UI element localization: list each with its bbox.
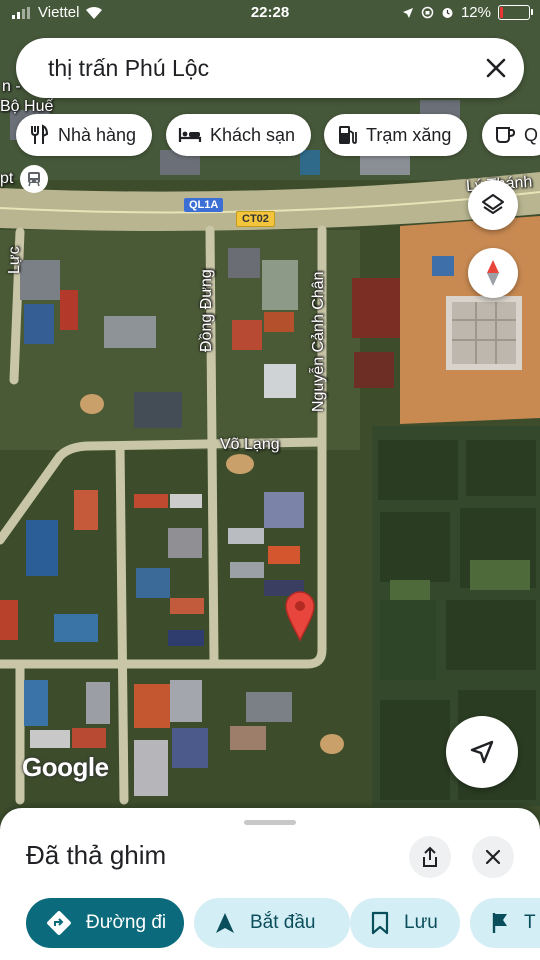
navigation-arrow-icon	[216, 913, 234, 933]
save-button[interactable]: Lưu	[350, 898, 460, 948]
action-label: Đường đi	[86, 912, 167, 933]
status-bar: Viettel 22:28 12%	[0, 0, 540, 28]
category-chips: Nhà hàng Khách sạn Trạm xăng Q	[0, 114, 540, 158]
road-label-vo-lang: Võ Lạng	[220, 436, 280, 453]
chip-hotels[interactable]: Khách sạn	[166, 114, 312, 156]
flag-icon	[492, 913, 507, 933]
gas-station-icon	[339, 126, 357, 144]
share-icon	[423, 846, 437, 867]
chip-coffee[interactable]: Q	[482, 114, 540, 156]
layers-icon	[482, 194, 504, 214]
road-label-dong-dung: Đồng Đưng	[198, 269, 215, 352]
bottom-sheet: Đã thả ghim Đường đi Bắt đầu Lưu T	[0, 808, 540, 960]
hotel-icon	[178, 128, 202, 142]
close-icon	[485, 849, 501, 865]
rotation-lock-icon	[421, 6, 434, 19]
compass-button[interactable]	[468, 248, 518, 298]
map-label: pt	[0, 170, 14, 187]
search-query[interactable]: thị trấn Phú Lộc	[16, 55, 468, 82]
directions-button[interactable]: Đường đi	[26, 898, 184, 948]
google-logo: Google	[22, 752, 109, 782]
battery-percent: 12%	[460, 4, 491, 21]
my-location-button[interactable]	[446, 716, 518, 788]
directions-icon	[47, 911, 71, 935]
bookmark-icon	[371, 911, 389, 935]
action-label: Bắt đầu	[250, 912, 316, 933]
action-label: Lưu	[404, 912, 438, 933]
location-arrow-icon	[402, 7, 413, 18]
highway-shield: QL1A	[184, 198, 224, 212]
search-bar[interactable]: thị trấn Phú Lộc	[16, 38, 524, 98]
share-button[interactable]	[409, 836, 451, 878]
close-icon[interactable]	[468, 40, 524, 96]
chip-label: Nhà hàng	[58, 124, 137, 145]
map-label: Lực	[6, 246, 23, 274]
coffee-icon	[496, 127, 516, 143]
chip-restaurants[interactable]: Nhà hàng	[16, 114, 153, 156]
chip-label: Khách sạn	[210, 124, 296, 145]
battery-icon	[498, 5, 533, 20]
label-button[interactable]: T	[470, 898, 540, 948]
action-label: T	[524, 912, 536, 933]
transit-station-icon[interactable]	[20, 165, 48, 193]
restaurant-icon	[31, 124, 49, 144]
start-button[interactable]: Bắt đầu	[194, 898, 350, 948]
action-buttons: Đường đi Bắt đầu Lưu T	[0, 898, 540, 948]
sheet-title: Đã thả ghim	[26, 840, 167, 870]
chip-gas-stations[interactable]: Trạm xăng	[324, 114, 468, 156]
alarm-icon	[442, 8, 453, 18]
drag-handle[interactable]	[244, 820, 296, 825]
close-sheet-button[interactable]	[472, 836, 514, 878]
compass-icon	[487, 260, 499, 286]
layers-button[interactable]	[468, 180, 518, 230]
road-label-nguyen-canh-chan: Nguyễn Cảnh Chân	[310, 271, 327, 412]
location-arrow-icon	[470, 740, 494, 764]
highway-shield: CT02	[236, 211, 275, 227]
chip-label: Trạm xăng	[366, 124, 452, 145]
chip-label: Q	[524, 124, 539, 145]
